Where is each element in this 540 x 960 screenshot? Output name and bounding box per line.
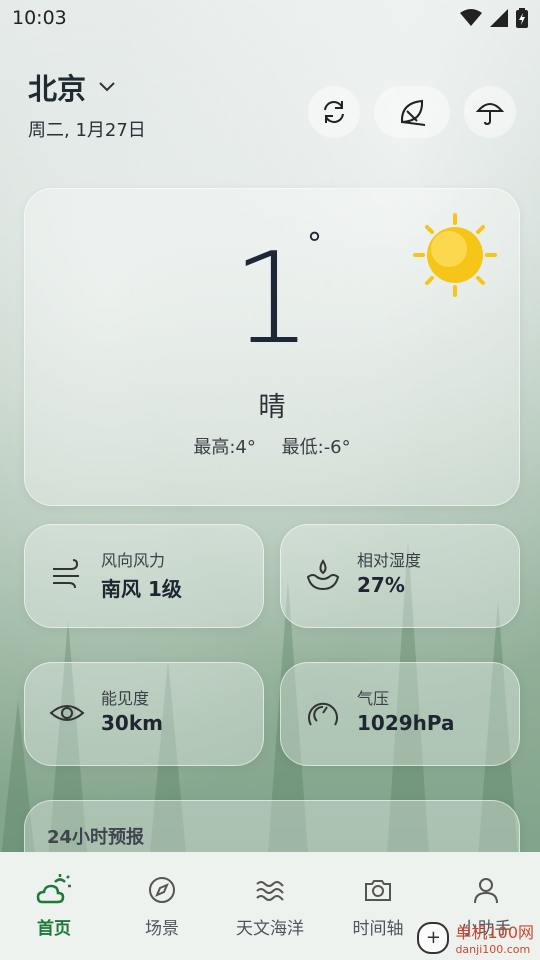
camera-icon [365,880,391,901]
person-icon [474,878,498,904]
humidity-label: 相对湿度 [357,551,422,570]
nav-timeline[interactable]: 时间轴 [328,872,428,939]
signal-icon [490,9,508,27]
nav-home[interactable]: 首页 [4,872,104,939]
gauge-icon [308,702,338,726]
header-actions [308,86,516,138]
battery-icon [516,8,528,28]
pressure-value: 1029hPa [357,711,455,735]
wind-label: 风向风力 [101,551,166,570]
refresh-button[interactable] [308,86,360,138]
forecast-title: 24小时预报 [47,827,145,848]
umbrella-button[interactable] [464,86,516,138]
pressure-label: 气压 [357,689,390,708]
watermark-logo-icon: + [417,921,450,954]
humidity-value: 27% [357,573,405,597]
date-label: 周二, 1月27日 [28,120,146,141]
visibility-value: 30km [101,711,163,735]
nav-scene[interactable]: 场景 [112,872,212,939]
chevron-down-icon [99,82,115,92]
wind-icon [53,559,79,589]
nav-astronomy-label: 天文海洋 [236,919,304,939]
watermark: + 单机100网 danji100.com [417,919,534,956]
compass-icon [149,877,175,903]
refresh-icon [324,101,344,123]
nav-scene-label: 场景 [145,919,179,939]
nav-timeline-label: 时间轴 [352,919,404,939]
visibility-label: 能见度 [101,689,150,708]
watermark-text: 单机100网 [455,923,534,942]
humidity-icon [306,559,340,591]
nav-astronomy[interactable]: 天文海洋 [220,872,320,939]
weather-home-icon [36,874,71,904]
nav-home-label: 首页 [37,919,71,939]
wind-card[interactable]: 风向风力 南风 1级 [24,524,264,628]
pressure-card[interactable]: 气压 1029hPa [280,662,520,766]
visibility-card[interactable]: 能见度 30km [24,662,264,766]
umbrella-icon [475,103,505,126]
city-name: 北京 [28,72,87,106]
status-bar: 10:03 [0,0,540,36]
leaf-button[interactable] [374,86,450,138]
location-header: 北京 周二, 1月27日 [28,66,146,142]
waves-icon [256,881,284,901]
high-low: 最高:4° 最低:-6° [25,433,519,459]
eye-icon [49,705,85,721]
watermark-sub: danji100.com [455,943,531,956]
wifi-icon [460,9,482,26]
sun-icon [413,213,497,297]
status-time: 10:03 [12,7,67,29]
weather-condition: 晴 [258,392,286,423]
high-temp: 最高:4° [193,437,256,458]
degree-symbol: ° [307,227,322,262]
humidity-card[interactable]: 相对湿度 27% [280,524,520,628]
city-selector[interactable]: 北京 [28,66,146,108]
current-weather-card[interactable]: 1 ° 晴 最高:4° 最低:-6° [24,188,520,506]
leaf-icon [400,99,426,126]
low-temp: 最低:-6° [281,437,351,458]
wind-value: 南风 1级 [101,577,182,601]
